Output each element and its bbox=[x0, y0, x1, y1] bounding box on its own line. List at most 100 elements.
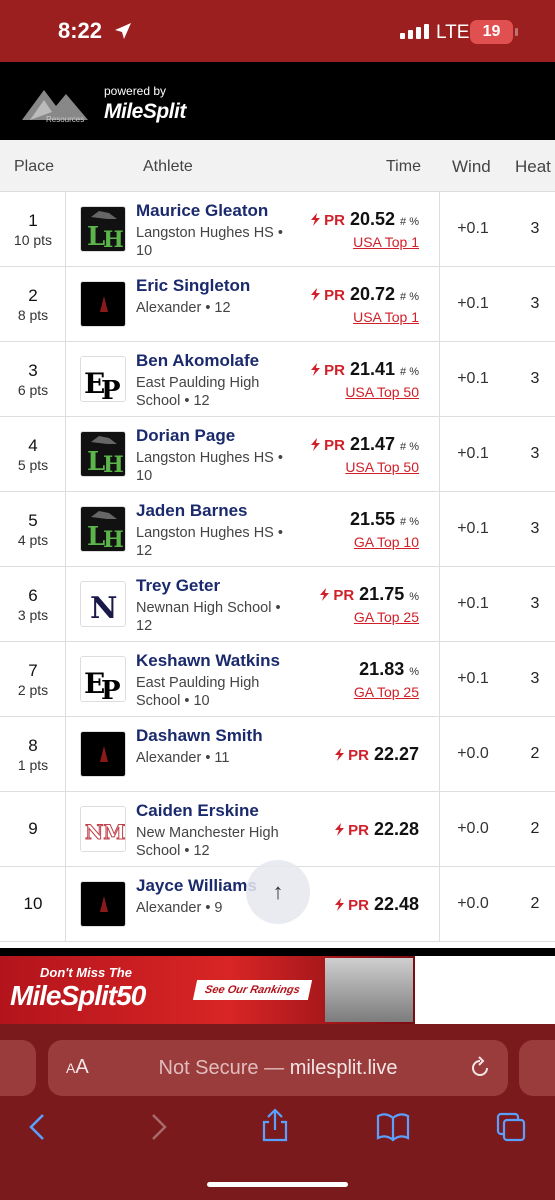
place-number: 9 bbox=[28, 819, 38, 838]
pr-badge: PR bbox=[334, 747, 369, 764]
reload-icon[interactable] bbox=[468, 1056, 492, 1080]
place-number: 1 bbox=[28, 211, 38, 230]
svg-text:NM: NM bbox=[85, 820, 125, 844]
athlete-name-link[interactable]: Jayce Williams bbox=[136, 876, 257, 896]
svg-text:P: P bbox=[101, 376, 121, 402]
table-row[interactable]: 7 2 pts E P Keshawn Watkins East Paulding Hig… bbox=[0, 642, 555, 717]
site-header: Resources powered by MileSplit bbox=[0, 62, 555, 140]
team-logo[interactable] bbox=[80, 881, 126, 927]
status-time: 8:22 bbox=[58, 18, 103, 43]
table-row[interactable]: 2 8 pts Eric Singleton Alexander • 12 PR 20.… bbox=[0, 267, 555, 342]
forward-icon[interactable] bbox=[146, 1112, 170, 1142]
place-points: 6 pts bbox=[17, 382, 49, 398]
rank-link[interactable]: USA Top 1 bbox=[353, 309, 419, 325]
place-number: 5 bbox=[28, 511, 38, 530]
athlete-school: Newnan High School • 12 bbox=[136, 600, 281, 634]
time-cell: PR 22.27 bbox=[290, 717, 440, 791]
athlete-name-link[interactable]: Eric Singleton bbox=[136, 276, 250, 296]
table-row[interactable]: 5 4 pts L H Jaden Barnes Langston Hughes HS •… bbox=[0, 492, 555, 567]
rank-link[interactable]: USA Top 50 bbox=[345, 384, 419, 400]
team-logo[interactable]: N bbox=[80, 581, 126, 627]
wind-value: +0.0 bbox=[457, 745, 489, 762]
back-icon[interactable] bbox=[26, 1112, 50, 1142]
time-value: 22.48 bbox=[373, 894, 419, 914]
team-logo[interactable]: NM bbox=[80, 806, 126, 852]
place-points: 3 pts bbox=[17, 607, 49, 623]
athlete-name-link[interactable]: Dorian Page bbox=[136, 426, 235, 446]
table-row[interactable]: 6 3 pts N Trey Geter Newnan High School • 12… bbox=[0, 567, 555, 642]
header-heat[interactable]: Heat bbox=[515, 157, 551, 177]
place-number: 2 bbox=[28, 286, 38, 305]
place-number: 7 bbox=[28, 661, 38, 680]
team-logo[interactable]: LH bbox=[80, 206, 126, 252]
pr-badge: PR bbox=[310, 362, 345, 379]
place-number: 6 bbox=[28, 586, 38, 605]
team-logo[interactable]: LH bbox=[80, 506, 126, 552]
table-row[interactable]: 8 1 pts Dashawn Smith Alexander • 11 PR 22.2… bbox=[0, 717, 555, 792]
wind-value: +0.1 bbox=[457, 595, 489, 612]
home-indicator bbox=[207, 1182, 348, 1187]
share-icon[interactable] bbox=[260, 1108, 290, 1142]
place-points: 1 pts bbox=[17, 757, 49, 773]
ad-divider bbox=[0, 948, 555, 956]
wind-value: +0.0 bbox=[457, 895, 489, 912]
athlete-name-link[interactable]: Jaden Barnes bbox=[136, 501, 248, 521]
athlete-name-link[interactable]: Ben Akomolafe bbox=[136, 351, 259, 371]
place-points: 2 pts bbox=[17, 682, 49, 698]
athlete-name-link[interactable]: Keshawn Watkins bbox=[136, 651, 280, 671]
rank-link[interactable]: GA Top 25 bbox=[354, 684, 419, 700]
table-row[interactable]: 3 6 pts E P Ben Akomolafe East Paulding High … bbox=[0, 342, 555, 417]
status-bar: 8:22 LTE 19 bbox=[0, 0, 555, 62]
athlete-school: Langston Hughes HS • 10 bbox=[136, 225, 283, 259]
battery-icon: 19 bbox=[470, 20, 513, 44]
place-cell: 6 3 pts bbox=[0, 567, 66, 641]
svg-text:N: N bbox=[90, 591, 117, 626]
rank-link[interactable]: GA Top 25 bbox=[354, 609, 419, 625]
time-cell: PR 22.28 bbox=[290, 792, 440, 866]
ad-banner[interactable]: Don't Miss The MileSplit50 See Our Ranki… bbox=[0, 956, 415, 1024]
table-row[interactable]: 9 NM Caiden Erskine New Manchester High Sch… bbox=[0, 792, 555, 867]
rank-link[interactable]: GA Top 10 bbox=[354, 534, 419, 550]
athlete-name-link[interactable]: Trey Geter bbox=[136, 576, 220, 596]
team-logo[interactable]: EP bbox=[80, 356, 126, 402]
team-logo[interactable] bbox=[80, 731, 126, 777]
time-cell: 21.55 # % GA Top 10 bbox=[290, 492, 440, 566]
time-cell: PR 22.48 bbox=[290, 867, 440, 941]
header-athlete[interactable]: Athlete bbox=[143, 158, 193, 176]
header-wind[interactable]: Wind bbox=[452, 157, 491, 177]
ad-blank-area bbox=[415, 956, 555, 1024]
ad-cta-button[interactable]: See Our Rankings bbox=[192, 980, 312, 1000]
wind-value: +0.1 bbox=[457, 520, 489, 537]
team-logo[interactable]: EP bbox=[80, 656, 126, 702]
tabs-icon[interactable] bbox=[496, 1112, 526, 1142]
url-bar[interactable]: AA Not Secure — milesplit.live bbox=[48, 1040, 508, 1096]
pr-badge: PR bbox=[320, 587, 354, 604]
athlete-name-link[interactable]: Maurice Gleaton bbox=[136, 201, 268, 221]
heat-value: 3 bbox=[530, 295, 540, 312]
table-row[interactable]: 1 10 pts L H Maurice Gleaton Langston Hughes … bbox=[0, 192, 555, 267]
carrier-label: LTE bbox=[436, 22, 470, 43]
url-text[interactable]: Not Secure — milesplit.live bbox=[48, 1057, 508, 1080]
next-tab-peek[interactable] bbox=[519, 1040, 555, 1096]
bookmarks-icon[interactable] bbox=[376, 1112, 410, 1142]
wind-value: +0.0 bbox=[457, 820, 489, 837]
athlete-school: East Paulding High School • 12 bbox=[136, 375, 260, 409]
team-logo[interactable]: LH bbox=[80, 431, 126, 477]
rank-link[interactable]: USA Top 50 bbox=[345, 459, 419, 475]
table-row[interactable]: 4 5 pts L H Dorian Page Langston Hughes HS • … bbox=[0, 417, 555, 492]
header-time[interactable]: Time bbox=[386, 158, 421, 176]
time-line: 21.55 # % bbox=[350, 509, 419, 530]
arrow-up-icon: ↑ bbox=[272, 879, 284, 904]
athlete-name-link[interactable]: Caiden Erskine bbox=[136, 801, 259, 821]
wind-value: +0.1 bbox=[457, 295, 489, 312]
pr-badge: PR bbox=[334, 897, 369, 914]
previous-tab-peek[interactable] bbox=[0, 1040, 36, 1096]
header-place[interactable]: Place bbox=[14, 158, 54, 176]
team-logo[interactable] bbox=[80, 281, 126, 327]
athlete-name-link[interactable]: Dashawn Smith bbox=[136, 726, 263, 746]
milesplit-logo[interactable]: MileSplit bbox=[104, 100, 186, 124]
rank-link[interactable]: USA Top 1 bbox=[353, 234, 419, 250]
time-value: 21.83 bbox=[359, 659, 405, 679]
scroll-to-top-button[interactable]: ↑ bbox=[246, 860, 310, 924]
time-line: PR 22.48 bbox=[334, 894, 419, 915]
